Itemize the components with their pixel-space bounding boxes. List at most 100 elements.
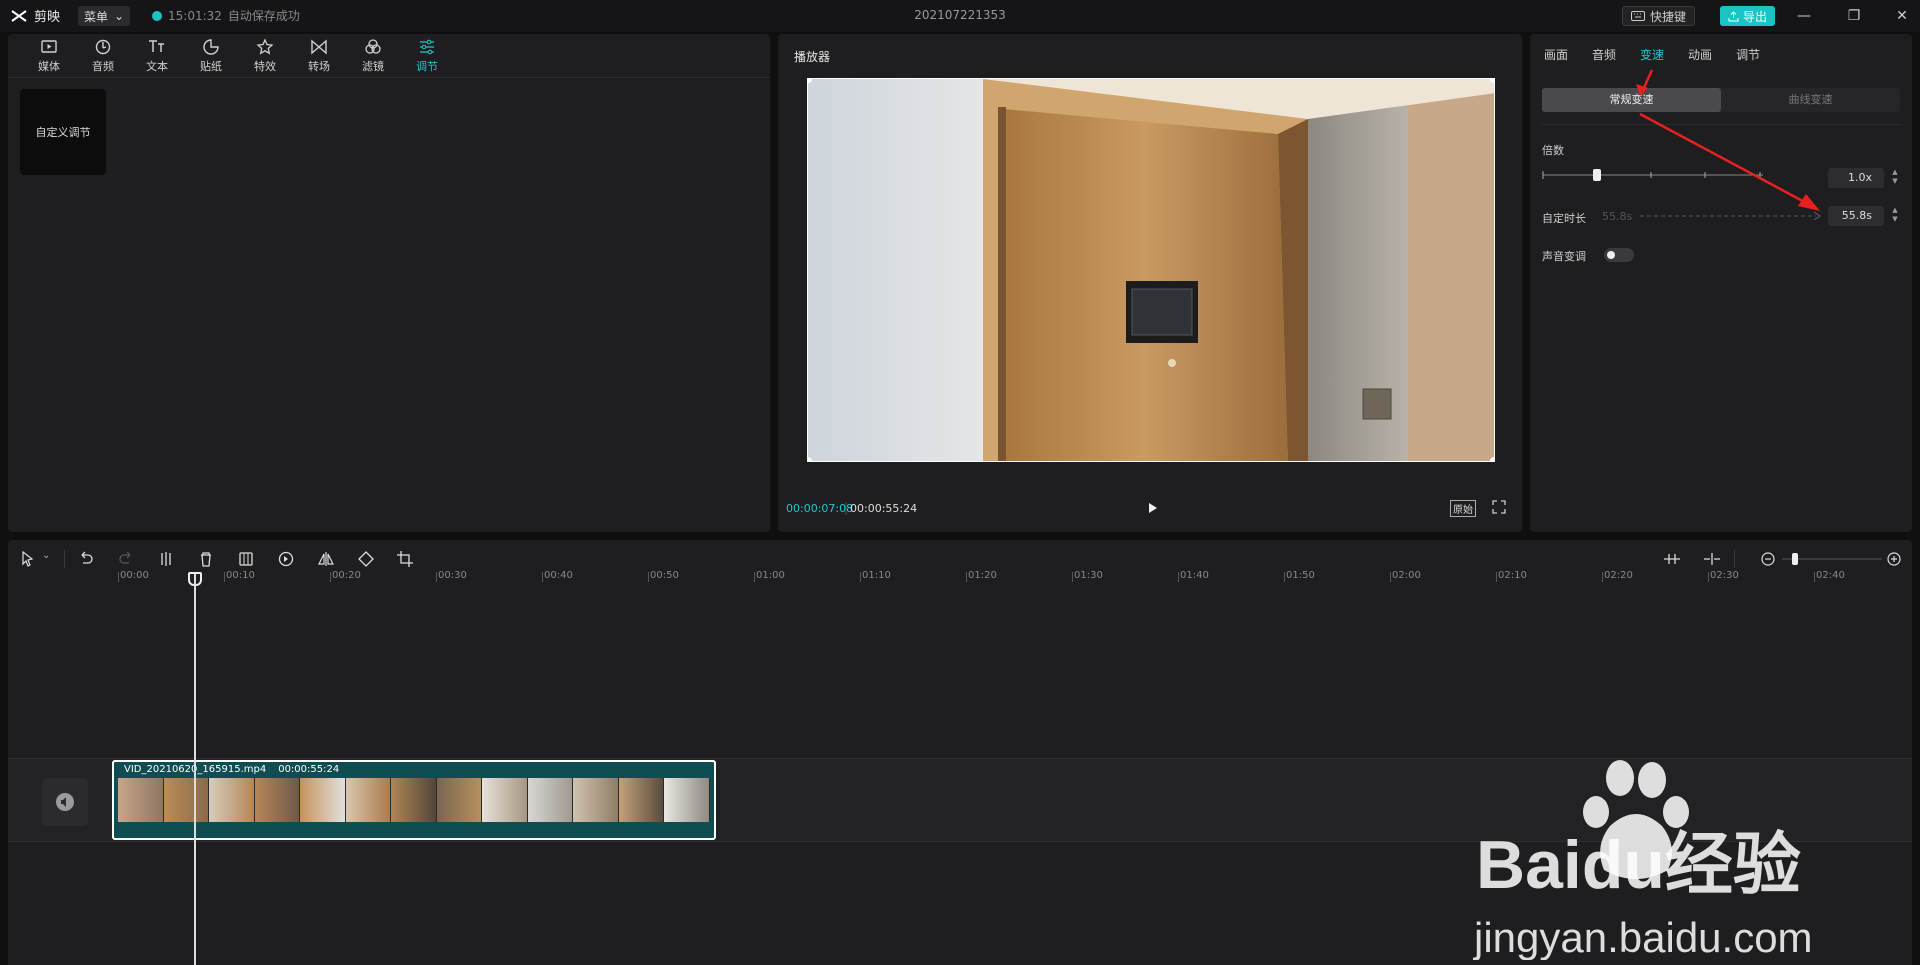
ruler-label: 02:30 bbox=[1710, 570, 1739, 581]
original-ratio-button[interactable]: 原始 bbox=[1450, 500, 1476, 517]
reverse-play-icon[interactable] bbox=[276, 550, 296, 568]
ruler-label: 02:10 bbox=[1498, 570, 1527, 581]
split-icon[interactable] bbox=[156, 550, 176, 568]
materials-toolbar: 媒体 音频 文本 贴纸 特效 转场 滤镜 调节 bbox=[8, 34, 770, 78]
crop-handle[interactable] bbox=[1490, 457, 1494, 461]
ruler-tick bbox=[330, 572, 331, 582]
ruler-label: 00:40 bbox=[544, 570, 573, 581]
timecode-divider: | bbox=[844, 501, 849, 515]
ruler-tick bbox=[860, 572, 861, 582]
ruler-tick bbox=[648, 572, 649, 582]
pitch-toggle[interactable] bbox=[1604, 248, 1634, 262]
link-icon[interactable] bbox=[1702, 550, 1722, 568]
video-frame-image bbox=[808, 79, 1494, 461]
player-title: 播放器 bbox=[794, 50, 831, 64]
play-icon[interactable] bbox=[1142, 498, 1162, 518]
zoom-slider[interactable] bbox=[1782, 552, 1882, 566]
snap-icon[interactable] bbox=[1662, 550, 1682, 568]
player-panel: 播放器 00:00:07:08 | 00:00:55:24 原始 bbox=[778, 34, 1522, 532]
tool-media[interactable]: 媒体 bbox=[22, 34, 76, 77]
thumbnail bbox=[118, 778, 164, 822]
tool-sticker[interactable]: 贴纸 bbox=[184, 34, 238, 77]
shortcut-label: 快捷键 bbox=[1650, 9, 1687, 24]
tool-label: 滤镜 bbox=[362, 59, 384, 73]
clip-thumbnails bbox=[118, 778, 710, 822]
autosave-icon bbox=[152, 10, 162, 21]
minimize-icon[interactable]: — bbox=[1794, 6, 1814, 26]
tool-transition[interactable]: 转场 bbox=[292, 34, 346, 77]
select-cursor-icon[interactable] bbox=[18, 550, 38, 568]
tool-label: 转场 bbox=[308, 59, 330, 73]
close-icon[interactable]: ✕ bbox=[1892, 6, 1912, 26]
menu-button[interactable]: 菜单 ⌄ bbox=[78, 6, 131, 26]
delete-icon[interactable] bbox=[196, 550, 216, 568]
annotation-arrows bbox=[1636, 69, 1820, 211]
ruler-tick bbox=[436, 572, 437, 582]
shortcut-button[interactable]: 快捷键 bbox=[1622, 6, 1696, 26]
fullscreen-icon[interactable] bbox=[1492, 500, 1506, 514]
export-label: 导出 bbox=[1743, 9, 1768, 24]
sticker-icon bbox=[203, 38, 219, 55]
tool-audio[interactable]: 音频 bbox=[76, 34, 130, 77]
video-clip[interactable]: VID_20210620_165915.mp4 00:00:55:24 bbox=[112, 760, 716, 840]
tool-label: 调节 bbox=[416, 59, 438, 73]
ruler-tick bbox=[1708, 572, 1709, 582]
zoom-out-icon[interactable] bbox=[1758, 550, 1778, 568]
tool-text[interactable]: 文本 bbox=[130, 34, 184, 77]
ruler-label: 01:10 bbox=[862, 570, 891, 581]
thumbnail bbox=[300, 778, 346, 822]
thumbnail bbox=[618, 778, 665, 822]
filter-icon bbox=[365, 38, 381, 54]
tool-filter[interactable]: 滤镜 bbox=[346, 34, 400, 77]
zoom-in-icon[interactable] bbox=[1884, 550, 1904, 568]
menu-label: 菜单 bbox=[84, 9, 109, 24]
materials-panel: 媒体 音频 文本 贴纸 特效 转场 滤镜 调节 自定义调节 bbox=[8, 34, 770, 532]
tool-label: 文本 bbox=[146, 59, 168, 73]
pitch-label: 声音变调 bbox=[1542, 250, 1586, 263]
app-logo: 剪映 bbox=[10, 6, 60, 25]
ruler-tick bbox=[1390, 572, 1391, 582]
crop-icon[interactable] bbox=[396, 550, 416, 568]
custom-adjust-preset[interactable]: 自定义调节 bbox=[20, 89, 106, 175]
crop-handle[interactable] bbox=[1490, 79, 1494, 83]
autosave-text: 自动保存成功 bbox=[227, 9, 300, 23]
restore-icon[interactable]: ❐ bbox=[1844, 6, 1864, 26]
ruler-label: 00:20 bbox=[332, 570, 361, 581]
speaker-icon bbox=[56, 793, 74, 811]
redo-icon[interactable] bbox=[116, 550, 136, 568]
thumbnail bbox=[163, 778, 210, 822]
export-button[interactable]: 导出 bbox=[1720, 6, 1776, 26]
ruler-label: 02:00 bbox=[1392, 570, 1421, 581]
thumbnail bbox=[527, 778, 574, 822]
media-icon bbox=[41, 39, 57, 53]
track-mute-button[interactable] bbox=[42, 778, 88, 826]
ruler-label: 02:40 bbox=[1816, 570, 1845, 581]
playhead[interactable] bbox=[194, 574, 196, 965]
ruler-label: 00:00 bbox=[120, 570, 149, 581]
tool-adjust[interactable]: 调节 bbox=[400, 34, 454, 77]
capcut-logo-icon bbox=[11, 9, 27, 22]
ruler-label: 00:50 bbox=[650, 570, 679, 581]
tool-effects[interactable]: 特效 bbox=[238, 34, 292, 77]
ruler-tick bbox=[118, 572, 119, 582]
clip-header: VID_20210620_165915.mp4 00:00:55:24 bbox=[124, 764, 339, 775]
thumbnail bbox=[664, 778, 710, 822]
transition-icon bbox=[311, 38, 327, 55]
tool-label: 媒体 bbox=[38, 59, 60, 73]
timeline-panel: ⌄ 00:00 00:10 00:20 00:30 00:40 00:50 01:00 01:… bbox=[8, 540, 1912, 965]
thumbnail bbox=[345, 778, 392, 822]
chevron-down-icon[interactable]: ⌄ bbox=[42, 550, 50, 561]
tool-label: 音频 bbox=[92, 59, 114, 73]
tool-label: 特效 bbox=[254, 59, 276, 73]
video-preview[interactable] bbox=[807, 78, 1495, 462]
timeline-ruler[interactable]: 00:00 00:10 00:20 00:30 00:40 00:50 01:00 01:10… bbox=[8, 570, 1912, 590]
ruler-tick bbox=[1814, 572, 1815, 582]
crop-handle[interactable] bbox=[808, 457, 812, 461]
toolbar-divider bbox=[1734, 550, 1735, 568]
audio-icon bbox=[95, 39, 111, 54]
undo-icon[interactable] bbox=[76, 550, 96, 568]
mirror-icon[interactable] bbox=[316, 550, 336, 568]
freeze-frame-icon[interactable] bbox=[236, 550, 256, 568]
rotate-icon[interactable] bbox=[356, 550, 376, 568]
ruler-label: 01:30 bbox=[1074, 570, 1103, 581]
